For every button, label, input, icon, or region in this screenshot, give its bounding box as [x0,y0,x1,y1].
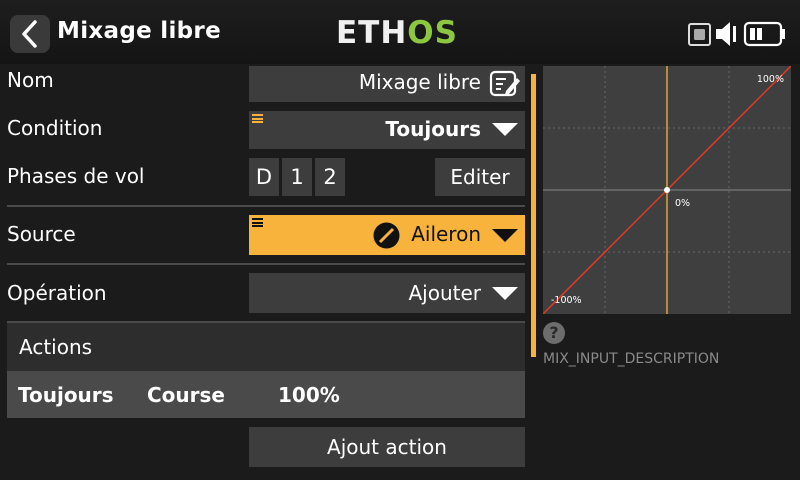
divider [7,205,525,207]
curve-graph: 100% 0% -100% [542,65,792,315]
action-condition: Toujours [18,383,114,407]
name-label: Nom [7,68,54,92]
actions-header: Actions [7,323,525,371]
page-title: Mixage libre [57,18,221,44]
speaker-icon [716,22,736,46]
operation-label: Opération [7,281,107,305]
action-row[interactable]: Toujours Course 100% [7,371,525,418]
stick-axis-icon [373,222,400,249]
battery-icon [743,21,785,47]
action-value: 100% [278,383,340,407]
menu-lines-icon [252,218,263,227]
storage-icon [688,23,711,46]
edit-flight-modes-button[interactable]: Editer [435,158,525,196]
flight-modes-label: Phases de vol [7,164,145,188]
condition-dropdown[interactable]: Toujours [249,111,525,149]
edit-text-icon [489,70,520,97]
ethos-logo: ETHOS [336,15,458,51]
help-icon[interactable]: ? [543,322,565,344]
status-icons [688,18,788,50]
flight-mode-1[interactable]: 1 [282,158,312,196]
condition-label: Condition [7,116,103,140]
scrollbar[interactable] [531,74,536,357]
back-button[interactable] [10,15,50,53]
actions-title: Actions [19,335,93,359]
source-dropdown[interactable]: Aileron [249,215,525,255]
condition-value: Toujours [385,117,481,141]
operation-dropdown[interactable]: Ajouter [249,273,525,313]
menu-lines-icon [252,114,263,123]
name-value: Mixage libre [358,70,481,94]
header-bar: Mixage libre ETHOS [0,0,800,64]
divider [7,263,525,265]
name-field[interactable]: Mixage libre [249,66,525,102]
curve-center-point [664,187,670,193]
flight-mode-d[interactable]: D [249,158,279,196]
center-label: 0% [675,198,690,209]
dropdown-arrow-icon [492,287,518,300]
source-label: Source [7,222,76,246]
description-text: MIX_INPUT_DESCRIPTION [543,351,720,367]
operation-value: Ajouter [408,281,481,305]
action-type: Course [147,383,225,407]
dropdown-arrow-icon [492,229,518,242]
source-value: Aileron [411,222,481,246]
bottom-left-label: -100% [551,295,582,306]
curve-preview: 100% 0% -100% [542,65,792,315]
add-action-button[interactable]: Ajout action [249,427,525,467]
chevron-left-icon [22,20,37,48]
flight-mode-2[interactable]: 2 [315,158,345,196]
top-right-label: 100% [757,74,784,85]
dropdown-arrow-icon [492,123,518,136]
